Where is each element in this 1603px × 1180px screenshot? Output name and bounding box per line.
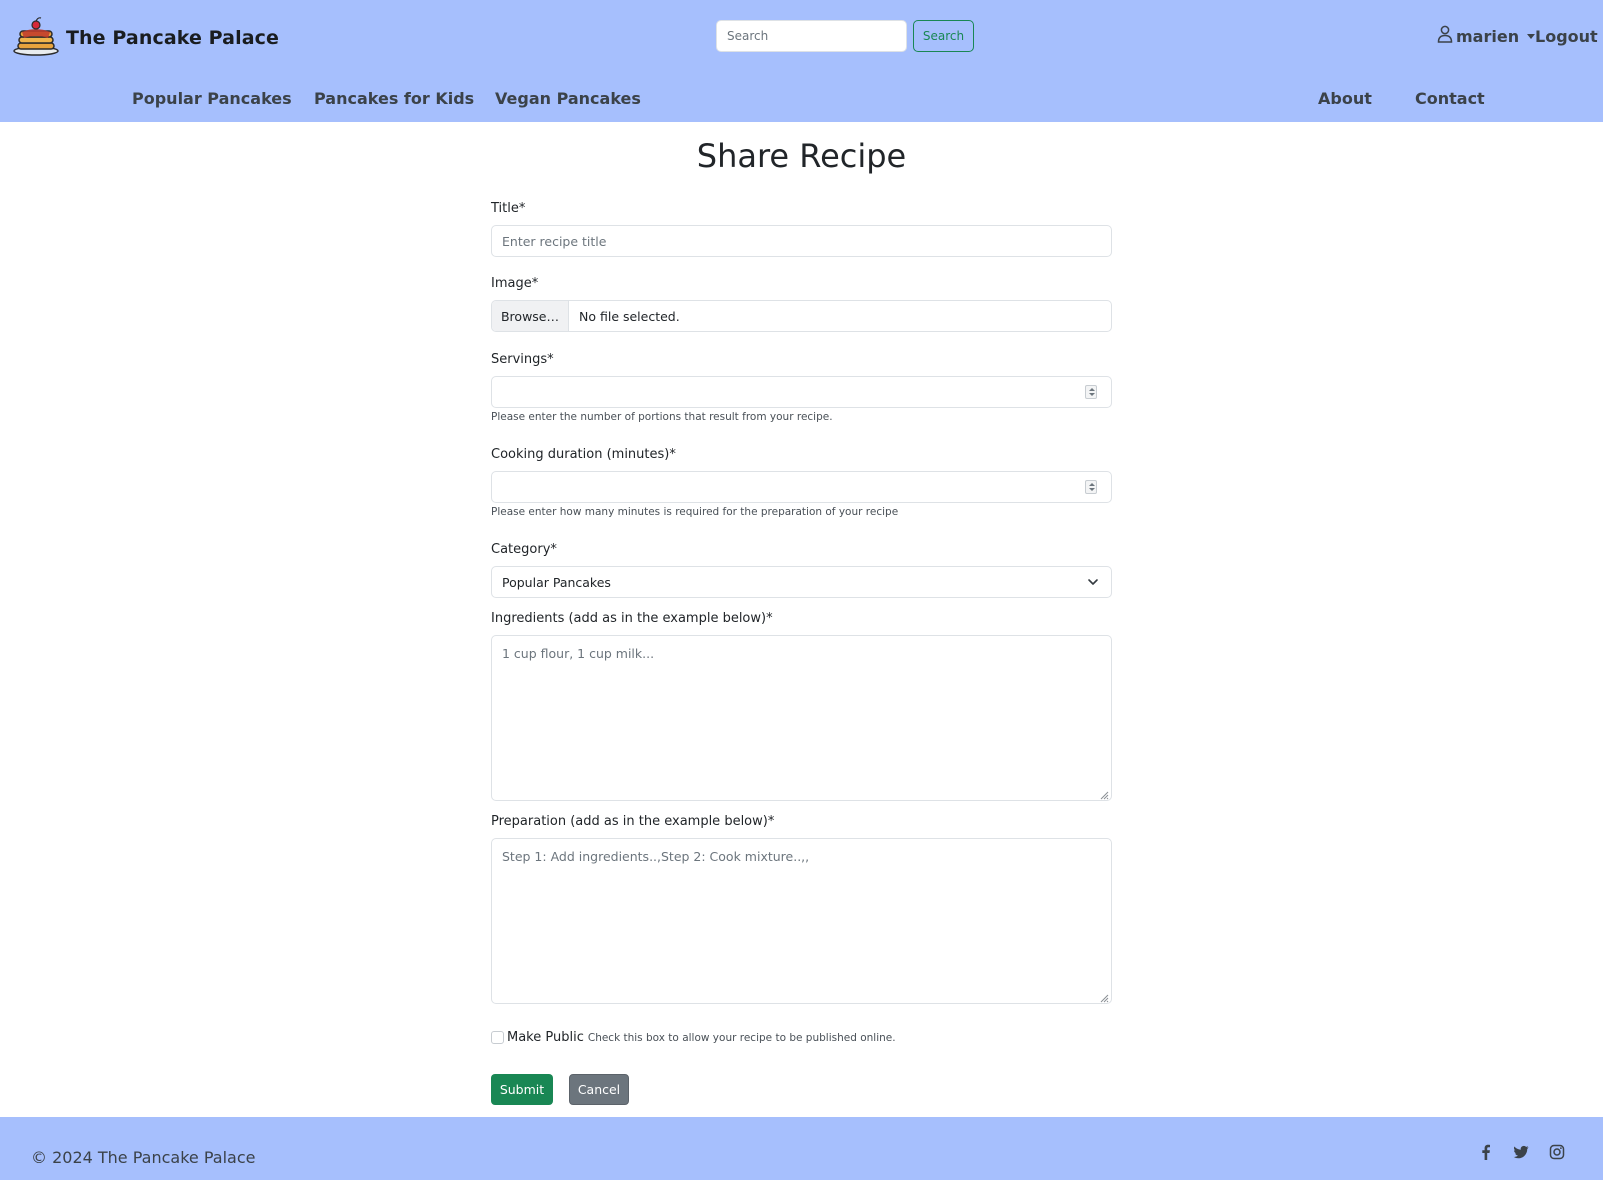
instagram-icon[interactable]	[1548, 1143, 1566, 1161]
resize-grip-icon[interactable]	[1099, 788, 1109, 800]
ingredients-placeholder: 1 cup flour, 1 cup milk...	[502, 646, 655, 661]
ingredients-textarea[interactable]: 1 cup flour, 1 cup milk...	[491, 635, 1112, 801]
file-status: No file selected.	[579, 308, 680, 324]
caret-down-icon	[1527, 33, 1536, 39]
category-select[interactable]: Popular Pancakes	[491, 566, 1112, 598]
logout-link[interactable]: Logout	[1535, 24, 1598, 48]
browse-button[interactable]: Browse…	[492, 301, 569, 331]
make-public-checkbox[interactable]	[491, 1031, 504, 1044]
site-header: The Pancake Palace Search marien Logout …	[0, 0, 1603, 122]
servings-input[interactable]	[491, 376, 1112, 408]
title-label: Title*	[491, 201, 526, 216]
search-button[interactable]: Search	[913, 20, 974, 52]
number-spinner-icon[interactable]	[1085, 480, 1097, 494]
nav-item-contact[interactable]: Contact	[1415, 86, 1485, 110]
make-public-help: Check this box to allow your recipe to b…	[587, 1031, 896, 1044]
search-form: Search	[716, 20, 974, 52]
cancel-button[interactable]: Cancel	[569, 1074, 629, 1105]
duration-input[interactable]	[491, 471, 1112, 503]
search-input[interactable]	[716, 20, 907, 52]
category-selected-value: Popular Pancakes	[502, 574, 611, 590]
chevron-down-icon	[1087, 576, 1099, 588]
copyright-text: © 2024 The Pancake Palace	[31, 1147, 256, 1167]
number-spinner-icon[interactable]	[1085, 385, 1097, 399]
facebook-icon[interactable]	[1477, 1143, 1495, 1161]
preparation-label: Preparation (add as in the example below…	[491, 814, 775, 829]
twitter-icon[interactable]	[1512, 1143, 1530, 1161]
preparation-placeholder: Step 1: Add ingredients..,Step 2: Cook m…	[502, 849, 810, 864]
preparation-textarea[interactable]: Step 1: Add ingredients..,Step 2: Cook m…	[491, 838, 1112, 1004]
submit-button[interactable]: Submit	[491, 1074, 553, 1105]
title-input[interactable]: Enter recipe title	[491, 225, 1112, 257]
pancake-logo-icon	[12, 16, 60, 60]
nav-item-popular-pancakes[interactable]: Popular Pancakes	[132, 86, 292, 110]
nav-item-vegan-pancakes[interactable]: Vegan Pancakes	[495, 86, 641, 110]
category-label: Category*	[491, 542, 557, 557]
brand-link[interactable]: The Pancake Palace	[12, 16, 279, 60]
ingredients-label: Ingredients (add as in the example below…	[491, 611, 773, 626]
user-name: marien	[1456, 26, 1520, 46]
duration-label: Cooking duration (minutes)*	[491, 447, 676, 462]
servings-label: Servings*	[491, 352, 554, 367]
user-menu-dropdown[interactable]: marien	[1437, 24, 1536, 48]
resize-grip-icon[interactable]	[1099, 991, 1109, 1003]
page-title: Share Recipe	[696, 137, 907, 175]
image-label: Image*	[491, 276, 539, 291]
user-icon	[1437, 25, 1456, 47]
image-file-input[interactable]: Browse… No file selected.	[491, 300, 1112, 332]
nav-item-pancakes-for-kids[interactable]: Pancakes for Kids	[314, 86, 474, 110]
servings-help: Please enter the number of portions that…	[491, 411, 833, 423]
duration-help: Please enter how many minutes is require…	[491, 506, 899, 518]
brand-name: The Pancake Palace	[66, 27, 279, 49]
make-public-row: Make Public Check this box to allow your…	[491, 1030, 896, 1045]
nav-item-about[interactable]: About	[1318, 86, 1372, 110]
site-footer: © 2024 The Pancake Palace	[0, 1117, 1603, 1180]
title-placeholder: Enter recipe title	[502, 233, 607, 249]
make-public-label[interactable]: Make Public	[507, 1030, 584, 1045]
